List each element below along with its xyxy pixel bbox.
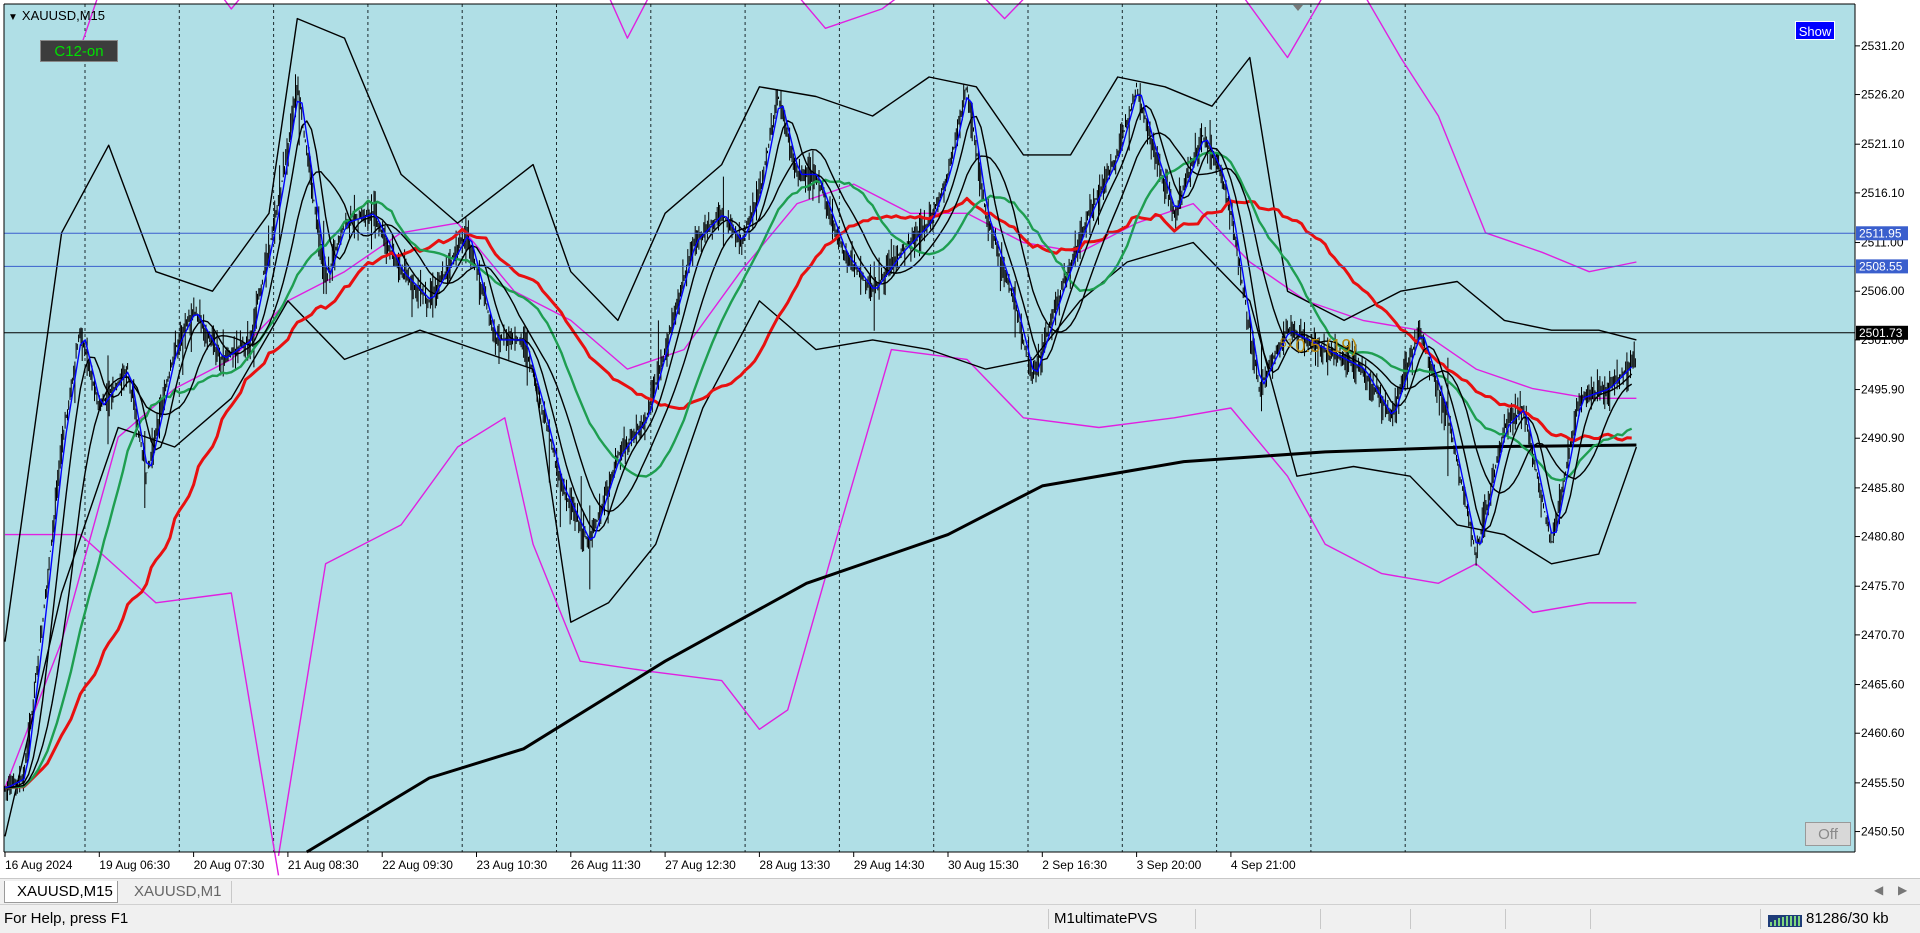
- fib-level-text: 0.5 (19): [1295, 336, 1358, 356]
- status-separator: [1048, 909, 1049, 929]
- status-profile-name[interactable]: M1ultimatePVS: [1054, 905, 1157, 933]
- price-level-tag-label: 2511.95: [1859, 226, 1902, 240]
- price-axis-label: 2450.50: [1861, 825, 1905, 839]
- time-axis-label: 30 Aug 15:30: [948, 858, 1019, 872]
- status-separator: [1505, 909, 1506, 929]
- price-level-tag-label: 2501.73: [1859, 326, 1903, 340]
- price-axis-label: 2516.10: [1861, 186, 1905, 200]
- time-axis-label: 23 Aug 10:30: [477, 858, 548, 872]
- time-axis-label: 22 Aug 09:30: [382, 858, 453, 872]
- chart-tabs-bar: XAUUSD,M15 XAUUSD,M1 ◀ ▶: [0, 878, 1920, 905]
- status-separator: [1320, 909, 1321, 929]
- show-button[interactable]: Show: [1795, 21, 1835, 40]
- connection-bars-icon: [1768, 915, 1802, 927]
- price-axis-label: 2460.60: [1861, 726, 1905, 740]
- time-axis-label: 16 Aug 2024: [5, 858, 73, 872]
- price-axis-label: 2531.20: [1861, 39, 1905, 53]
- price-axis-label: 2465.60: [1861, 678, 1905, 692]
- price-axis-label: 2506.00: [1861, 284, 1905, 298]
- fibonacci-level-label: 51 0.5 (19): [1280, 336, 1357, 357]
- time-axis-label: 21 Aug 08:30: [288, 858, 359, 872]
- c12-toggle-button[interactable]: C12-on: [40, 40, 118, 62]
- time-axis-label: 2 Sep 16:30: [1042, 858, 1107, 872]
- window-menu-triangle-icon[interactable]: ▼: [8, 12, 18, 23]
- time-axis-label: 26 Aug 11:30: [571, 858, 641, 872]
- off-button[interactable]: Off: [1805, 822, 1851, 846]
- time-axis-label: 28 Aug 13:30: [759, 858, 830, 872]
- status-separator: [1590, 909, 1591, 929]
- chart-plot-area[interactable]: [4, 4, 1855, 852]
- tab-xauusd-m1[interactable]: XAUUSD,M1: [122, 881, 232, 903]
- fib-tick-label: 51: [1280, 336, 1294, 350]
- symbol-title: XAUUSD,M15: [21, 8, 105, 23]
- chart-symbol-label[interactable]: ▼ XAUUSD,M15: [8, 8, 105, 23]
- time-axis-label: 4 Sep 21:00: [1231, 858, 1296, 872]
- price-axis-label: 2490.90: [1861, 431, 1905, 445]
- price-axis-label: 2526.20: [1861, 88, 1905, 102]
- price-axis-label: 2480.80: [1861, 530, 1905, 544]
- price-axis-label: 2475.70: [1861, 579, 1905, 593]
- price-level-tag-label: 2508.55: [1859, 259, 1903, 273]
- time-axis-label: 20 Aug 07:30: [194, 858, 265, 872]
- price-axis-label: 2521.10: [1861, 137, 1905, 151]
- status-separator: [1410, 909, 1411, 929]
- price-chart[interactable]: 2531.202526.202521.102516.102511.002506.…: [0, 0, 1920, 878]
- price-axis-label: 2455.50: [1861, 776, 1905, 790]
- status-traffic: 81286/30 kb: [1806, 910, 1889, 927]
- tabs-scroll-right-icon[interactable]: ▶: [1898, 883, 1907, 897]
- tab-xauusd-m15[interactable]: XAUUSD,M15: [4, 881, 118, 903]
- time-axis-label: 29 Aug 14:30: [854, 858, 925, 872]
- status-help-text: For Help, press F1: [4, 910, 129, 927]
- time-axis-label: 3 Sep 20:00: [1137, 858, 1202, 872]
- price-axis-label: 2470.70: [1861, 628, 1905, 642]
- status-bar: For Help, press F1 M1ultimatePVS 81286/3…: [0, 904, 1920, 933]
- time-axis-label: 27 Aug 12:30: [665, 858, 736, 872]
- tabs-scroll-left-icon[interactable]: ◀: [1874, 883, 1883, 897]
- chart-window[interactable]: 2531.20 2526.20 2521.10 2516.10 2511.00 2506.…: [0, 0, 1920, 878]
- status-separator: [1760, 909, 1761, 929]
- price-axis-label: 2485.80: [1861, 481, 1905, 495]
- price-axis-label: 2495.90: [1861, 383, 1905, 397]
- time-axis-label: 19 Aug 06:30: [99, 858, 170, 872]
- status-separator: [1195, 909, 1196, 929]
